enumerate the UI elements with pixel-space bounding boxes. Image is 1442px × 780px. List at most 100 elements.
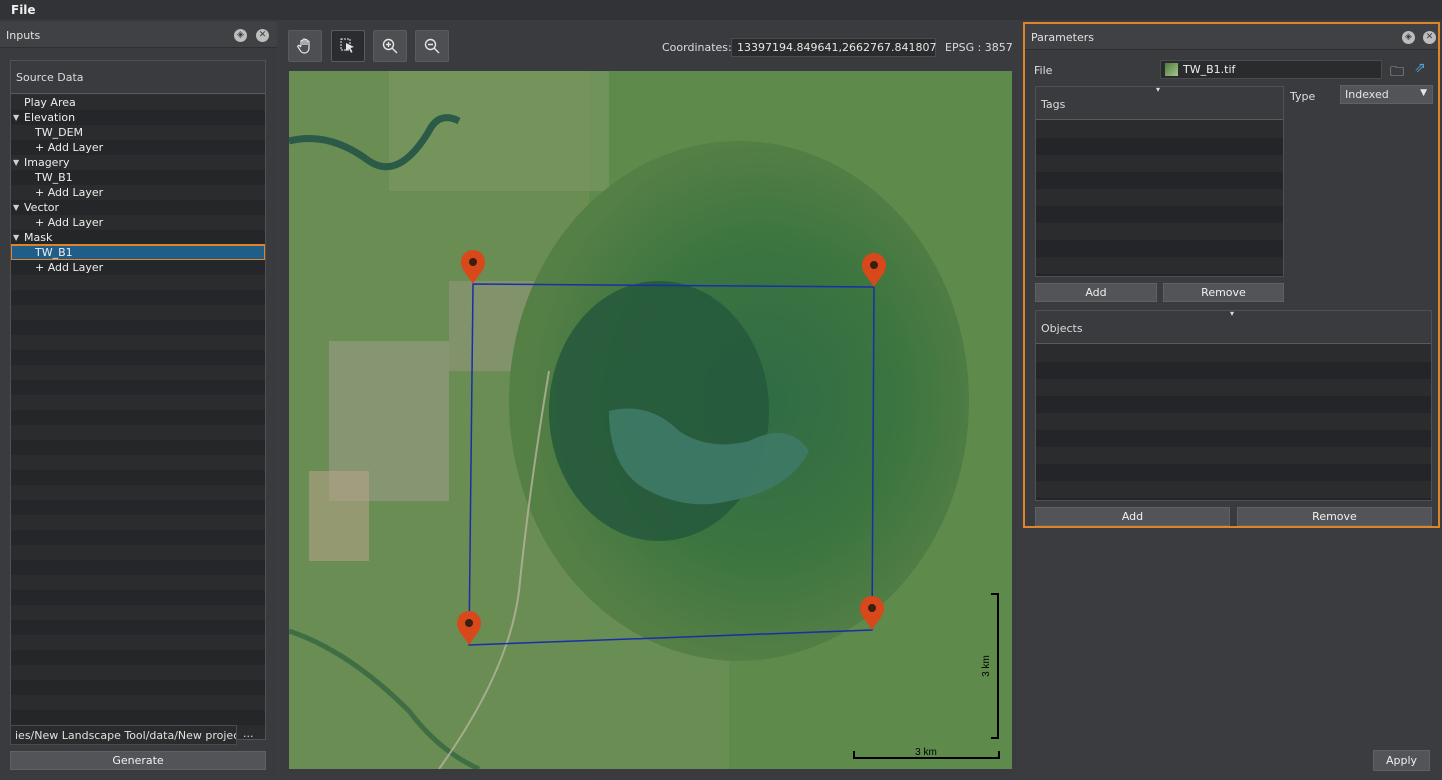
scale-label-horizontal: 3 km	[915, 747, 937, 758]
objects-remove-button[interactable]: Remove	[1237, 507, 1432, 526]
chevron-down-icon: ▼	[1420, 88, 1427, 98]
tree-row	[11, 290, 265, 305]
browse-path-button[interactable]: ...	[243, 727, 254, 740]
expand-arrow-icon[interactable]: ▼	[13, 155, 19, 170]
select-tool-button[interactable]	[331, 30, 365, 62]
project-path-input[interactable]: ies/New Landscape Tool/data/New project …	[10, 725, 237, 745]
parameters-panel: Parameters ◈ ✕ File TW_B1.tif 🗀 ⇗ ▾ Tags…	[1023, 22, 1440, 528]
float-icon[interactable]: ◈	[1402, 31, 1415, 44]
tree-row	[11, 305, 265, 320]
tree-rows: Play Area ▼ Elevation TW_DEM + Add Layer ▼ Ima…	[11, 95, 265, 739]
menu-bar: File	[0, 0, 1442, 20]
tags-list[interactable]: ▾ Tags	[1035, 86, 1284, 277]
objects-add-button[interactable]: Add	[1035, 507, 1230, 526]
zoom-out-icon	[424, 38, 440, 54]
tree-row-label: Imagery	[24, 156, 70, 169]
objects-list[interactable]: ▾ Objects	[1035, 310, 1432, 501]
tree-row	[11, 530, 265, 545]
apply-button[interactable]: Apply	[1373, 750, 1430, 771]
tree-row[interactable]: ▼ Elevation	[11, 110, 265, 125]
tree-header-label: Source Data	[16, 71, 84, 84]
tree-row	[11, 395, 265, 410]
tree-row-label: TW_B1	[35, 246, 73, 259]
inputs-panel: Inputs ◈ ✕ Source Data Play Area ▼ Elevati…	[0, 22, 277, 778]
tree-row-label: Mask	[24, 231, 53, 244]
close-icon[interactable]: ✕	[1423, 31, 1436, 44]
menu-file[interactable]: File	[11, 3, 36, 17]
tree-row	[11, 605, 265, 620]
file-name: TW_B1.tif	[1183, 63, 1236, 76]
tree-header: Source Data	[11, 61, 265, 94]
tree-row	[11, 695, 265, 710]
zoom-out-button[interactable]	[415, 30, 449, 62]
satellite-map[interactable]: 3 km 3 km	[289, 71, 1012, 769]
bare-soil	[309, 471, 369, 561]
tree-row[interactable]: + Add Layer	[11, 260, 265, 275]
zoom-in-icon	[382, 38, 398, 54]
tags-header: ▾ Tags	[1036, 87, 1283, 120]
expand-arrow-icon[interactable]: ▼	[13, 230, 19, 245]
tree-row[interactable]: ▼ Mask	[11, 230, 265, 245]
tree-row	[11, 710, 265, 725]
tree-row	[11, 275, 265, 290]
image-thumbnail-icon	[1165, 63, 1178, 76]
expand-arrow-icon[interactable]: ▼	[13, 110, 19, 125]
select-cursor-icon	[340, 38, 354, 53]
tree-row[interactable]: TW_B1	[11, 244, 265, 261]
objects-header: ▾ Objects	[1036, 311, 1431, 344]
close-icon[interactable]: ✕	[256, 29, 269, 42]
tree-row[interactable]: ▼ Imagery	[11, 155, 265, 170]
parameters-title-bar: Parameters ◈ ✕	[1025, 24, 1438, 50]
tags-add-button[interactable]: Add	[1035, 283, 1157, 302]
tree-row[interactable]: + Add Layer	[11, 215, 265, 230]
tree-row-label: + Add Layer	[35, 261, 104, 274]
tree-row[interactable]: TW_DEM	[11, 125, 265, 140]
fields-north	[389, 71, 609, 191]
tree-row	[11, 410, 265, 425]
tree-row	[11, 590, 265, 605]
zoom-in-button[interactable]	[373, 30, 407, 62]
coordinates-field[interactable]: 13397194.849641,2662767.841807	[731, 38, 936, 57]
coordinates-label: Coordinates:	[662, 41, 732, 54]
pan-tool-button[interactable]	[288, 30, 322, 62]
tree-row[interactable]: Play Area	[11, 95, 265, 110]
inputs-title-bar: Inputs ◈ ✕	[0, 22, 277, 48]
objects-rows	[1036, 345, 1431, 500]
type-select[interactable]: Indexed ▼	[1340, 85, 1433, 104]
tree-row	[11, 665, 265, 680]
source-data-tree[interactable]: Source Data Play Area ▼ Elevation TW_DEM + A…	[10, 60, 266, 740]
sort-indicator-icon: ▾	[1230, 310, 1235, 318]
type-value: Indexed	[1345, 88, 1389, 101]
tree-row[interactable]: TW_B1	[11, 170, 265, 185]
tree-row-label: TW_DEM	[35, 126, 84, 139]
tree-row	[11, 500, 265, 515]
tree-row	[11, 680, 265, 695]
tree-row[interactable]: ▼ Vector	[11, 200, 265, 215]
generate-button[interactable]: Generate	[10, 751, 266, 770]
inputs-title: Inputs	[6, 29, 41, 42]
expand-arrow-icon[interactable]: ▼	[13, 200, 19, 215]
type-label: Type	[1290, 90, 1316, 103]
map-view: Coordinates: 13397194.849641,2662767.841…	[280, 22, 1018, 778]
tree-row	[11, 425, 265, 440]
tree-row-label: Play Area	[24, 96, 76, 109]
epsg-label: EPSG : 3857	[945, 41, 1013, 54]
tree-row	[11, 320, 265, 335]
tree-row[interactable]: + Add Layer	[11, 140, 265, 155]
tree-row	[11, 635, 265, 650]
tree-row	[11, 470, 265, 485]
tree-row	[11, 365, 265, 380]
tree-row	[11, 575, 265, 590]
tree-row	[11, 650, 265, 665]
export-icon[interactable]: ⇗	[1414, 60, 1426, 76]
tree-row[interactable]: + Add Layer	[11, 185, 265, 200]
objects-header-label: Objects	[1041, 322, 1083, 335]
file-field[interactable]: TW_B1.tif	[1160, 60, 1382, 79]
tree-row	[11, 515, 265, 530]
tags-remove-button[interactable]: Remove	[1163, 283, 1284, 302]
float-icon[interactable]: ◈	[234, 29, 247, 42]
hand-icon	[297, 38, 310, 54]
tree-row	[11, 620, 265, 635]
folder-icon[interactable]: 🗀	[1390, 61, 1404, 85]
map-canvas: 3 km 3 km	[289, 71, 1012, 769]
